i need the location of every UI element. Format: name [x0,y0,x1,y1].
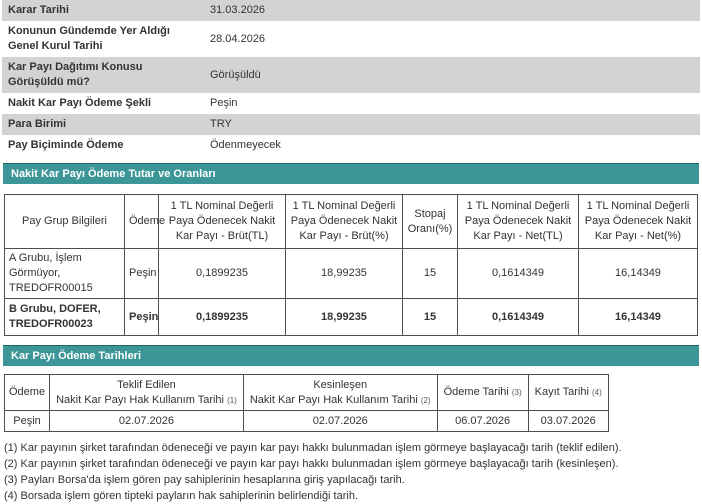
dates-header-row: Ödeme Teklif Edilen Nakit Kar Payı Hak K… [3,374,609,411]
info-value: Görüşüldü [210,68,261,81]
footnote-marker: (4) [591,388,602,397]
info-label: Kar Payı Dağıtımı Konusu Görüşüldü mü? [8,61,143,88]
cell-brut-tl: 0,1899235 [158,248,286,299]
info-label: Para Birimi [8,118,67,130]
cell-odeme: Peşin [124,248,159,299]
general-info-table: Karar Tarihi 31.03.2026 Konunun Gündemde… [2,0,700,156]
info-row-gorusuldu-mu: Kar Payı Dağıtımı Konusu Görüşüldü mü? G… [2,57,700,93]
cell-net-pct: 16,14349 [578,298,698,336]
dates-header-odeme-tarihi: Ödeme Tarihi (3) [436,374,529,411]
header-line: Kesinleşen [313,378,368,391]
cell-kesinlesen-tarihi: 02.07.2026 [242,410,438,432]
cell-stopaj: 15 [402,298,458,336]
cell-net-pct: 16,14349 [578,248,698,299]
table-row: A Grubu, İşlem Görmüyor, TREDOFR00015 Pe… [4,248,698,299]
cell-brut-pct: 18,99235 [285,298,403,336]
disclosure-page: Karar Tarihi 31.03.2026 Konunun Gündemde… [0,0,702,504]
footnote-2: (2) Kar payının şirket tarafından ödenec… [4,458,619,470]
info-label: Nakit Kar Payı Ödeme Şekli [8,97,152,109]
info-row-para-birimi: Para Birimi TRY [2,114,700,135]
footnote-3: (3) Payları Borsa'da işlem gören pay sah… [4,474,405,486]
footnote-marker: (2) [420,395,431,405]
footnotes: (1) Kar payının şirket tarafından ödenec… [4,440,700,504]
amounts-table: Pay Grup Bilgileri Ödeme 1 TL Nominal De… [4,194,698,336]
dates-header-kayit-tarihi: Kayıt Tarihi (4) [527,374,609,411]
cell-brut-pct: 18,99235 [285,248,403,299]
footnote-1: (1) Kar payının şirket tarafından ödenec… [4,442,622,454]
dates-header-kesinlesen: Kesinleşen Nakit Kar Payı Hak Kullanım T… [242,374,438,411]
info-value: 28.04.2026 [210,32,266,45]
cell-net-tl: 0,1614349 [457,298,579,336]
table-row: B Grubu, DOFER, TREDOFR00023 Peşin 0,189… [4,298,698,336]
info-value: TRY [210,118,232,130]
header-text: Nakit Kar Payı Hak Kullanım Tarihi [249,393,418,406]
cell-odeme: Peşin [124,298,159,336]
dates-header-teklif-edilen: Teklif Edilen Nakit Kar Payı Hak Kullanı… [49,374,244,411]
header-text: Ödeme Tarihi [443,386,509,398]
footnote-4: (4) Borsada işlem gören tipteki payların… [4,490,359,502]
info-row-karar-tarihi: Karar Tarihi 31.03.2026 [2,0,700,21]
cell-kayit-tarihi: 03.07.2026 [527,410,609,432]
info-label: Konunun Gündemde Yer Aldığı Genel Kurul … [8,25,170,52]
header-line: Nakit Kar Payı Hak Kullanım Tarihi (1) [56,393,237,408]
header-text: Nakit Kar Payı Hak Kullanım Tarihi [56,393,224,406]
header-line: Teklif Edilen [117,378,176,391]
section-header-payment-dates: Kar Payı Ödeme Tarihleri [3,345,699,366]
info-label: Karar Tarihi [8,4,69,16]
info-row-pay-biciminde-odeme: Pay Biçiminde Ödeme Ödenmeyecek [2,135,700,156]
cell-stopaj: 15 [402,248,458,299]
amounts-header-brut-pct: 1 TL Nominal Değerli Paya Ödenecek Nakit… [285,194,403,249]
info-row-genel-kurul-tarihi: Konunun Gündemde Yer Aldığı Genel Kurul … [2,21,700,57]
cell-odeme-tarihi: 06.07.2026 [436,410,529,432]
header-text: Kayıt Tarihi [534,386,589,398]
cell-odeme: Peşin [3,410,51,432]
amounts-header-stopaj: Stopaj Oranı(%) [402,194,458,249]
info-label: Pay Biçiminde Ödeme [8,139,124,151]
info-value: Ödenmeyecek [210,139,281,151]
dates-header-odeme: Ödeme [3,374,51,411]
amounts-header-net-pct: 1 TL Nominal Değerli Paya Ödenecek Nakit… [578,194,698,249]
footnote-marker: (1) [227,395,237,405]
amounts-header-net-tl: 1 TL Nominal Değerli Paya Ödenecek Nakit… [457,194,579,249]
cell-pay-grup: B Grubu, DOFER, TREDOFR00023 [4,298,125,336]
info-value: Peşin [210,97,238,109]
amounts-header-brut-tl: 1 TL Nominal Değerli Paya Ödenecek Nakit… [158,194,286,249]
info-value: 31.03.2026 [210,4,266,16]
cell-pay-grup: A Grubu, İşlem Görmüyor, TREDOFR00015 [4,248,125,299]
section-header-amounts: Nakit Kar Payı Ödeme Tutar ve Oranları [3,163,699,184]
cell-teklif-tarihi: 02.07.2026 [49,410,244,432]
info-row-odeme-sekli: Nakit Kar Payı Ödeme Şekli Peşin [2,93,700,114]
header-line: Nakit Kar Payı Hak Kullanım Tarihi (2) [250,393,431,408]
amounts-header-row: Pay Grup Bilgileri Ödeme 1 TL Nominal De… [4,194,698,249]
payment-dates-table: Ödeme Teklif Edilen Nakit Kar Payı Hak K… [3,374,609,432]
cell-brut-tl: 0,1899235 [158,298,286,336]
footnote-marker: (3) [511,388,522,397]
amounts-header-pay-grup: Pay Grup Bilgileri [4,194,125,249]
amounts-header-odeme: Ödeme [124,194,165,249]
cell-net-tl: 0,1614349 [457,248,579,299]
table-row: Peşin 02.07.2026 02.07.2026 06.07.2026 0… [3,410,609,432]
